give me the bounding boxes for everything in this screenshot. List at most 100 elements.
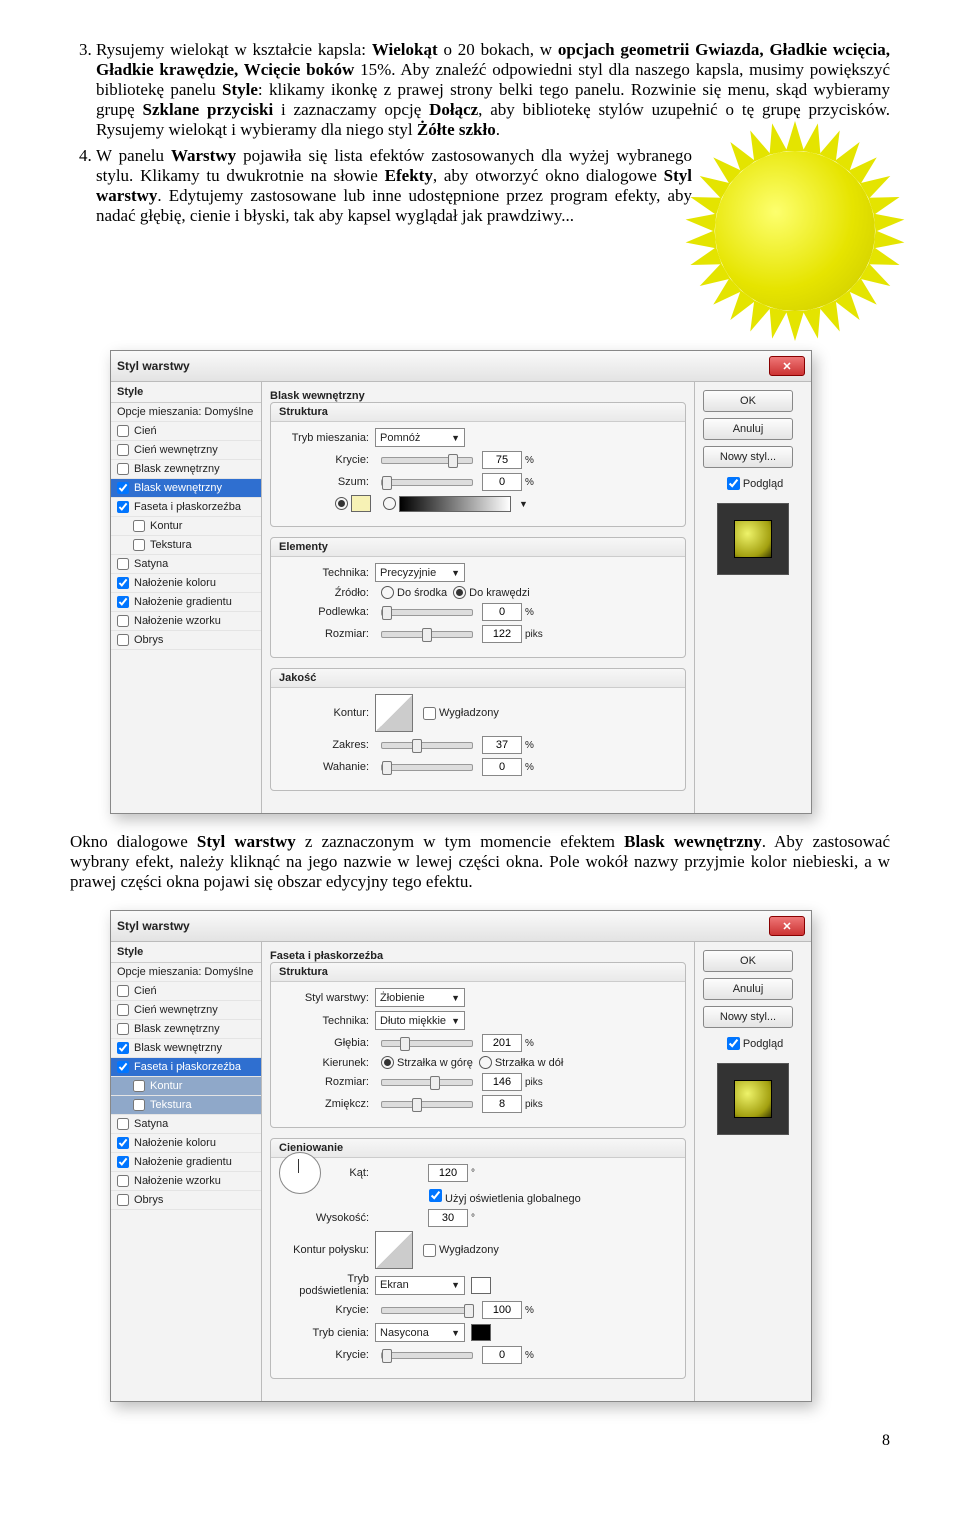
checkbox-icon[interactable] [117,425,129,437]
global-light-checkbox[interactable] [429,1189,442,1202]
style-item[interactable]: Opcje mieszania: Domyślne [111,403,261,422]
checkbox-icon[interactable] [117,482,129,494]
style-item[interactable]: Obrys [111,1191,261,1210]
ok-button[interactable]: OK [703,390,793,412]
checkbox-icon[interactable] [117,615,129,627]
noise-slider[interactable] [381,479,473,486]
style-item[interactable]: Nałożenie gradientu [111,593,261,612]
cancel-button[interactable]: Anuluj [703,418,793,440]
checkbox-icon[interactable] [117,1175,129,1187]
soften-slider[interactable] [381,1101,473,1108]
size-input[interactable] [482,1073,522,1091]
checkbox-icon[interactable] [117,1118,129,1130]
style-item[interactable]: Faseta i płaskorzeźba [111,498,261,517]
checkbox-icon[interactable] [117,501,129,513]
antialias-checkbox[interactable] [423,1244,436,1257]
color-swatch[interactable] [351,495,371,512]
checkbox-icon[interactable] [117,1061,129,1073]
checkbox-icon[interactable] [117,596,129,608]
bevel-style-select[interactable]: Żłobienie▼ [375,988,465,1007]
radio-center[interactable] [381,586,394,599]
technique-select[interactable]: Dłuto miękkie▼ [375,1011,465,1030]
gradient-bar[interactable] [399,496,511,512]
opacity-slider[interactable] [381,457,473,464]
style-item[interactable]: Nałożenie wzorku [111,612,261,631]
style-item[interactable]: Opcje mieszania: Domyślne [111,963,261,982]
style-item[interactable]: Nałożenie gradientu [111,1153,261,1172]
style-subitem[interactable]: Kontur [111,1077,261,1096]
highlight-opacity-input[interactable] [482,1301,522,1319]
style-item[interactable]: Satyna [111,1115,261,1134]
cancel-button[interactable]: Anuluj [703,978,793,1000]
style-item[interactable]: Blask zewnętrzny [111,460,261,479]
contour-picker[interactable] [375,694,413,732]
radio-down[interactable] [479,1056,492,1069]
checkbox-icon[interactable] [117,1023,129,1035]
style-subitem[interactable]: Kontur [111,517,261,536]
choke-slider[interactable] [381,609,473,616]
soften-input[interactable] [482,1095,522,1113]
shadow-opacity-input[interactable] [482,1346,522,1364]
angle-input[interactable] [428,1164,468,1182]
shadow-color-swatch[interactable] [471,1324,491,1341]
checkbox-icon[interactable] [117,1004,129,1016]
blend-mode-select[interactable]: Pomnóż▼ [375,428,465,447]
gloss-contour-picker[interactable] [375,1231,413,1269]
radio-up[interactable] [381,1056,394,1069]
style-item[interactable]: Satyna [111,555,261,574]
style-item[interactable]: Cień wewnętrzny [111,1001,261,1020]
style-item[interactable]: Blask zewnętrzny [111,1020,261,1039]
checkbox-icon[interactable] [117,558,129,570]
style-item-selected[interactable]: Faseta i płaskorzeźba [111,1058,261,1077]
shadow-opacity-slider[interactable] [381,1352,473,1359]
highlight-color-swatch[interactable] [471,1277,491,1294]
new-style-button[interactable]: Nowy styl... [703,446,793,468]
radio-solid[interactable] [335,497,348,510]
titlebar[interactable]: Styl warstwy ✕ [111,351,811,382]
checkbox-icon[interactable] [117,1156,129,1168]
opacity-input[interactable] [482,451,522,469]
jitter-slider[interactable] [381,764,473,771]
size-slider[interactable] [381,1079,473,1086]
radio-edge[interactable] [453,586,466,599]
range-slider[interactable] [381,742,473,749]
checkbox-icon[interactable] [117,444,129,456]
checkbox-icon[interactable] [117,1042,129,1054]
depth-input[interactable] [482,1034,522,1052]
style-item-selected[interactable]: Blask wewnętrzny [111,479,261,498]
style-subitem[interactable]: Tekstura [111,1096,261,1115]
antialias-checkbox[interactable] [423,707,436,720]
noise-input[interactable] [482,473,522,491]
shadow-mode-select[interactable]: Nasycona▼ [375,1323,465,1342]
highlight-opacity-slider[interactable] [381,1307,473,1314]
checkbox-icon[interactable] [117,1194,129,1206]
jitter-input[interactable] [482,758,522,776]
checkbox-icon[interactable] [117,634,129,646]
checkbox-icon[interactable] [133,1099,145,1111]
close-icon[interactable]: ✕ [769,356,805,376]
checkbox-icon[interactable] [117,1137,129,1149]
style-item[interactable]: Cień wewnętrzny [111,441,261,460]
style-item[interactable]: Blask wewnętrzny [111,1039,261,1058]
highlight-mode-select[interactable]: Ekran▼ [375,1276,465,1295]
style-item[interactable]: Cień [111,982,261,1001]
checkbox-icon[interactable] [117,577,129,589]
choke-input[interactable] [482,603,522,621]
checkbox-icon[interactable] [133,520,145,532]
preview-checkbox[interactable] [727,1037,740,1050]
style-item[interactable]: Nałożenie koloru [111,1134,261,1153]
size-input[interactable] [482,625,522,643]
close-icon[interactable]: ✕ [769,916,805,936]
new-style-button[interactable]: Nowy styl... [703,1006,793,1028]
radio-gradient[interactable] [383,497,396,510]
angle-widget[interactable] [279,1152,321,1194]
style-item[interactable]: Nałożenie wzorku [111,1172,261,1191]
checkbox-icon[interactable] [117,985,129,997]
checkbox-icon[interactable] [133,539,145,551]
checkbox-icon[interactable] [133,1080,145,1092]
size-slider[interactable] [381,631,473,638]
ok-button[interactable]: OK [703,950,793,972]
style-item[interactable]: Nałożenie koloru [111,574,261,593]
titlebar[interactable]: Styl warstwy ✕ [111,911,811,942]
style-subitem[interactable]: Tekstura [111,536,261,555]
